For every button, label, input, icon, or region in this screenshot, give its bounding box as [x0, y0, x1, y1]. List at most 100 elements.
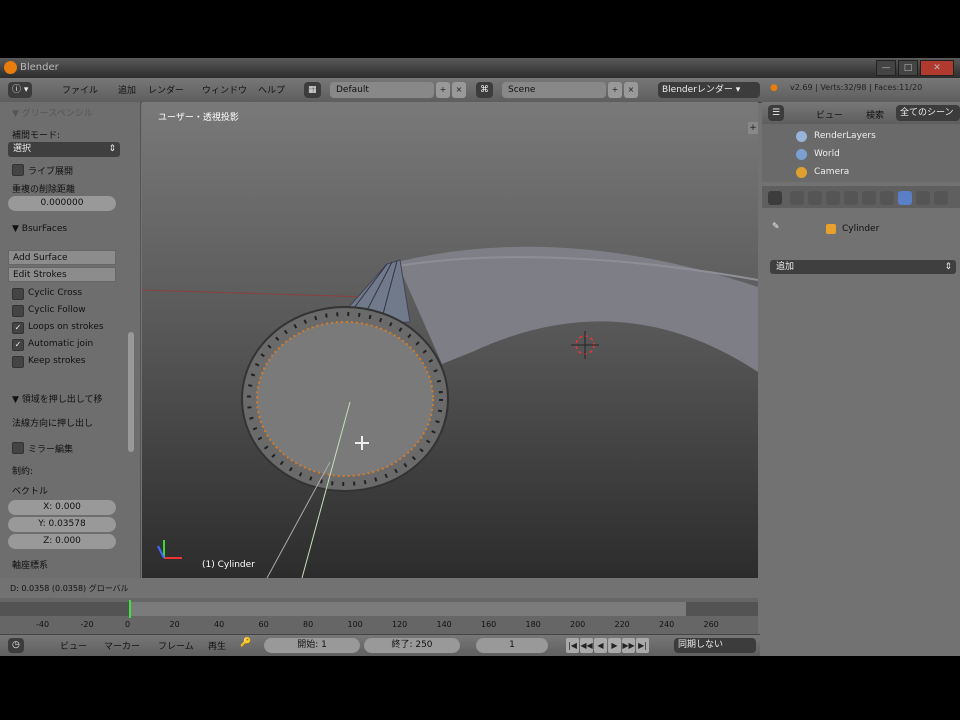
view-name-label: ユーザー・透視投影: [158, 113, 239, 123]
extrude-panel-header[interactable]: ▼ 領域を押し出して移: [12, 392, 103, 405]
current-frame-field[interactable]: 1: [476, 638, 548, 653]
timeline-menu-playback[interactable]: 再生: [208, 639, 226, 652]
tab-render-layers[interactable]: [808, 191, 822, 205]
timeline-menu-marker[interactable]: マーカー: [104, 639, 140, 652]
timeline-out-range-left: [0, 602, 130, 616]
live-unwrap-checkbox[interactable]: [12, 164, 24, 176]
keying-set-icon[interactable]: 🔑: [240, 638, 251, 648]
end-frame-field[interactable]: 終了: 250: [364, 638, 460, 653]
start-frame-field[interactable]: 開始: 1: [264, 638, 360, 653]
axis-label: 軸座標系: [12, 561, 49, 571]
status-text: D: 0.0358 (0.0358) グローバル: [10, 584, 129, 593]
interp-mode-label: 補間モード:: [12, 131, 61, 141]
tab-constraints[interactable]: [880, 191, 894, 205]
timeline-tick-label: 40: [214, 620, 225, 629]
outliner-menu-view[interactable]: ビュー: [816, 108, 843, 121]
status-row: D: 0.0358 (0.0358) グローバル: [0, 578, 760, 598]
merge-distance-field[interactable]: 0.000000: [8, 196, 116, 211]
tab-scene[interactable]: [826, 191, 840, 205]
mirror-edit-checkbox[interactable]: [12, 442, 24, 454]
render-layers-icon: [796, 131, 807, 142]
interp-mode-dropdown[interactable]: 選択 ⇕: [8, 142, 120, 157]
merge-distance-label: 重複の削除距離: [12, 185, 76, 195]
outliner-row[interactable]: World: [762, 146, 960, 164]
add-surface-button[interactable]: Add Surface: [8, 250, 116, 265]
properties-editor: ✎ Cylinder 追加 ⇕: [762, 184, 960, 656]
scene-field[interactable]: Scene: [502, 82, 606, 98]
grease-pencil-panel-header[interactable]: ▼ グリースペンシル: [12, 106, 93, 119]
play-reverse-button[interactable]: ◀: [594, 638, 607, 653]
edit-strokes-button[interactable]: Edit Strokes: [8, 267, 116, 282]
timeline-tick-label: 120: [392, 620, 408, 629]
automatic-join-checkbox[interactable]: ✓: [12, 339, 24, 351]
menu-add[interactable]: 追加: [118, 83, 136, 96]
pin-icon[interactable]: ✎: [772, 222, 780, 232]
jump-end-button[interactable]: ▶|: [636, 638, 649, 653]
constraint-label: 制約:: [12, 467, 34, 477]
play-button[interactable]: ▶: [608, 638, 621, 653]
cylinder-face: [256, 321, 434, 477]
loops-on-strokes-checkbox[interactable]: ✓: [12, 322, 24, 334]
timeline-menu-view[interactable]: ビュー: [60, 639, 87, 652]
tab-data[interactable]: [916, 191, 930, 205]
vector-z-field[interactable]: Z: 0.000: [8, 534, 116, 549]
timeline-header: ◷ ビュー マーカー フレーム 再生 🔑 開始: 1 終了: 250 1 |◀ …: [0, 634, 760, 656]
menu-help[interactable]: ヘルプ: [258, 83, 285, 96]
outliner-row[interactable]: Camera: [762, 164, 960, 182]
jump-key-back-button[interactable]: ◀◀: [580, 638, 593, 653]
cyclic-cross-checkbox[interactable]: [12, 288, 24, 300]
tool-shelf-scrollbar[interactable]: [128, 332, 134, 452]
vector-label: ベクトル: [12, 487, 49, 497]
scene-add-button[interactable]: +: [608, 82, 622, 98]
timeline-tick-label: 160: [481, 620, 497, 629]
properties-toggle-button[interactable]: +: [748, 122, 758, 134]
timeline-editor-button[interactable]: ◷: [8, 638, 24, 653]
blender-window: Blender — □ ✕ ⓘ ▾ ファイル 追加 レンダー ウィンドウ ヘルプ ▦…: [0, 58, 960, 656]
render-engine-dropdown[interactable]: Blenderレンダー ▾: [658, 82, 760, 98]
layout-add-button[interactable]: +: [436, 82, 450, 98]
add-modifier-dropdown[interactable]: 追加 ⇕: [770, 260, 956, 274]
outliner-menu-search[interactable]: 検索: [866, 108, 884, 121]
3d-cursor-icon[interactable]: [571, 331, 599, 359]
timeline-tick-label: 200: [570, 620, 586, 629]
properties-tabs: [762, 186, 960, 208]
outliner-editor-button[interactable]: ☰: [768, 105, 785, 121]
sync-dropdown[interactable]: 同期しない: [674, 638, 756, 653]
layout-icon[interactable]: ▦: [304, 82, 321, 98]
menu-window[interactable]: ウィンドウ: [202, 83, 247, 96]
bsurfaces-panel-header[interactable]: ▼ BsurFaces: [12, 224, 67, 234]
tab-render[interactable]: [790, 191, 804, 205]
tab-modifiers[interactable]: [898, 191, 912, 205]
keep-strokes-checkbox[interactable]: [12, 356, 24, 368]
jump-key-forward-button[interactable]: ▶▶: [622, 638, 635, 653]
timeline-tick-label: 220: [614, 620, 630, 629]
scene-icon[interactable]: ⌘: [476, 82, 493, 98]
properties-editor-button[interactable]: [768, 191, 782, 205]
jump-start-button[interactable]: |◀: [566, 638, 579, 653]
layout-field[interactable]: Default: [330, 82, 434, 98]
cyclic-follow-checkbox[interactable]: [12, 305, 24, 317]
close-window-button[interactable]: ✕: [920, 60, 954, 76]
outliner-filter-dropdown[interactable]: 全てのシーン: [896, 105, 960, 121]
maximize-button[interactable]: □: [898, 60, 918, 76]
tab-world[interactable]: [844, 191, 858, 205]
menu-file[interactable]: ファイル: [62, 83, 98, 96]
editor-type-button[interactable]: ⓘ ▾: [8, 82, 33, 98]
timeline-menu-frame[interactable]: フレーム: [158, 639, 194, 652]
scene-close-button[interactable]: ×: [624, 82, 638, 98]
cyclic-follow-label: Cyclic Follow: [28, 305, 86, 315]
3d-viewport[interactable]: ユーザー・透視投影 (1) Cylinder +: [142, 102, 758, 578]
automatic-join-label: Automatic join: [28, 339, 94, 349]
timeline-tick-label: 260: [703, 620, 719, 629]
outliner-row[interactable]: RenderLayers: [762, 128, 960, 146]
tab-material[interactable]: [934, 191, 948, 205]
vector-x-field[interactable]: X: 0.000: [8, 500, 116, 515]
menu-render[interactable]: レンダー: [148, 83, 184, 96]
vector-y-field[interactable]: Y: 0.03578: [8, 517, 116, 532]
playhead[interactable]: [129, 600, 131, 618]
tab-object[interactable]: [862, 191, 876, 205]
minimize-button[interactable]: —: [876, 60, 896, 76]
extrude-sub-label: 法線方向に押し出し: [12, 419, 94, 429]
layout-close-button[interactable]: ×: [452, 82, 466, 98]
timeline[interactable]: -40 -20 0 20 40 60 80 100 120 140 160 180 200 220 240 2…: [0, 598, 758, 634]
